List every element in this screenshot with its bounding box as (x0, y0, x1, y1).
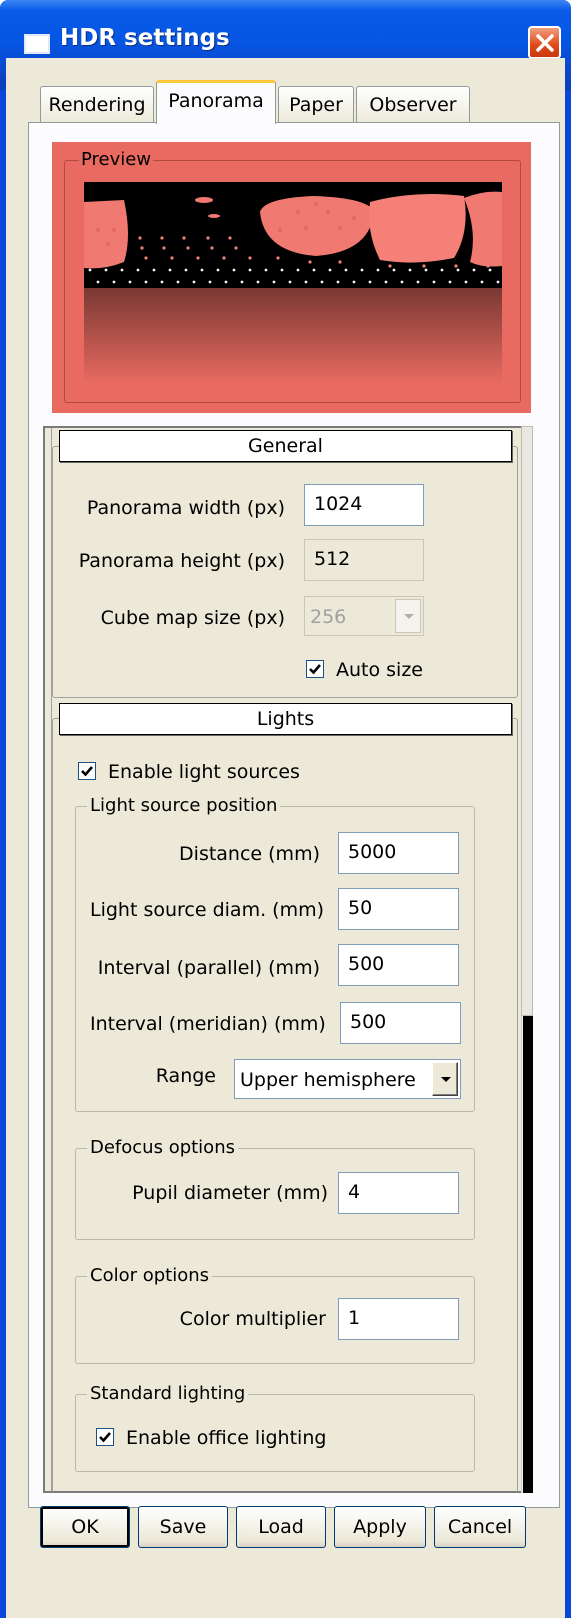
range-select[interactable]: Upper hemisphere (234, 1059, 461, 1099)
pupil-diameter-label: Pupil diameter (mm) (132, 1182, 328, 1204)
checkmark-icon (99, 1432, 111, 1443)
tab-paper[interactable]: Paper (278, 86, 354, 124)
chevron-down-icon (441, 1077, 451, 1082)
cube-map-select: 256 (304, 596, 424, 636)
cube-map-dropdown-button (395, 599, 421, 633)
load-button[interactable]: Load (236, 1506, 326, 1548)
defocus-legend: Defocus options (87, 1138, 238, 1158)
range-label: Range (155, 1065, 216, 1087)
cancel-button[interactable]: Cancel (434, 1506, 526, 1548)
range-value: Upper hemisphere (240, 1069, 416, 1091)
color-multiplier-input[interactable]: 1 (338, 1298, 459, 1340)
color-options-legend: Color options (87, 1266, 213, 1286)
checkmark-icon (81, 766, 93, 777)
light-diam-label: Light source diam. (mm) (90, 899, 325, 921)
enable-light-sources-checkbox[interactable] (78, 762, 96, 780)
standard-lighting-legend: Standard lighting (87, 1384, 249, 1404)
office-lighting-checkbox[interactable] (96, 1428, 114, 1446)
cube-map-label: Cube map size (px) (100, 607, 285, 629)
interval-meridian-label: Interval (meridian) (mm) (90, 1013, 326, 1035)
apply-button[interactable]: Apply (334, 1506, 426, 1548)
interval-meridian-input[interactable]: 500 (340, 1002, 461, 1044)
distance-label: Distance (mm) (179, 843, 320, 865)
lights-header[interactable]: Lights (59, 703, 512, 735)
auto-size-checkbox[interactable] (306, 660, 324, 678)
save-button[interactable]: Save (138, 1506, 228, 1548)
tab-panorama[interactable]: Panorama (156, 80, 276, 124)
pupil-diameter-input[interactable]: 4 (338, 1172, 459, 1214)
preview-group (52, 142, 531, 413)
ok-button[interactable]: OK (40, 1506, 130, 1548)
office-lighting-label[interactable]: Enable office lighting (126, 1426, 326, 1450)
panorama-height-input: 512 (304, 539, 424, 581)
close-icon (536, 34, 554, 52)
panorama-height-label: Panorama height (px) (78, 550, 285, 572)
window-icon (24, 34, 50, 54)
general-header[interactable]: General (59, 430, 512, 462)
panorama-width-input[interactable]: 1024 (304, 484, 424, 526)
auto-size-label[interactable]: Auto size (336, 658, 423, 682)
panorama-preview-image (84, 182, 502, 382)
cube-map-value: 256 (310, 606, 347, 628)
tab-observer[interactable]: Observer (356, 86, 470, 124)
range-dropdown-button[interactable] (432, 1062, 458, 1096)
preview-label: Preview (79, 149, 154, 170)
enable-light-sources-label[interactable]: Enable light sources (108, 760, 300, 784)
window-title: HDR settings (60, 25, 230, 51)
tab-rendering[interactable]: Rendering (40, 86, 154, 124)
panorama-width-label: Panorama width (px) (86, 497, 285, 519)
chevron-down-icon (404, 614, 414, 619)
scrollbar-track-shadow (523, 1016, 533, 1493)
checkmark-icon (309, 664, 321, 675)
interval-parallel-input[interactable]: 500 (338, 944, 459, 986)
distance-input[interactable]: 5000 (338, 832, 459, 874)
interval-parallel-label: Interval (parallel) (mm) (97, 957, 320, 979)
color-multiplier-label: Color multiplier (179, 1308, 326, 1330)
light-diam-input[interactable]: 50 (338, 888, 459, 930)
light-position-legend: Light source position (87, 796, 281, 816)
close-button[interactable] (528, 26, 561, 59)
scrollbar-thumb[interactable] (521, 426, 533, 1016)
